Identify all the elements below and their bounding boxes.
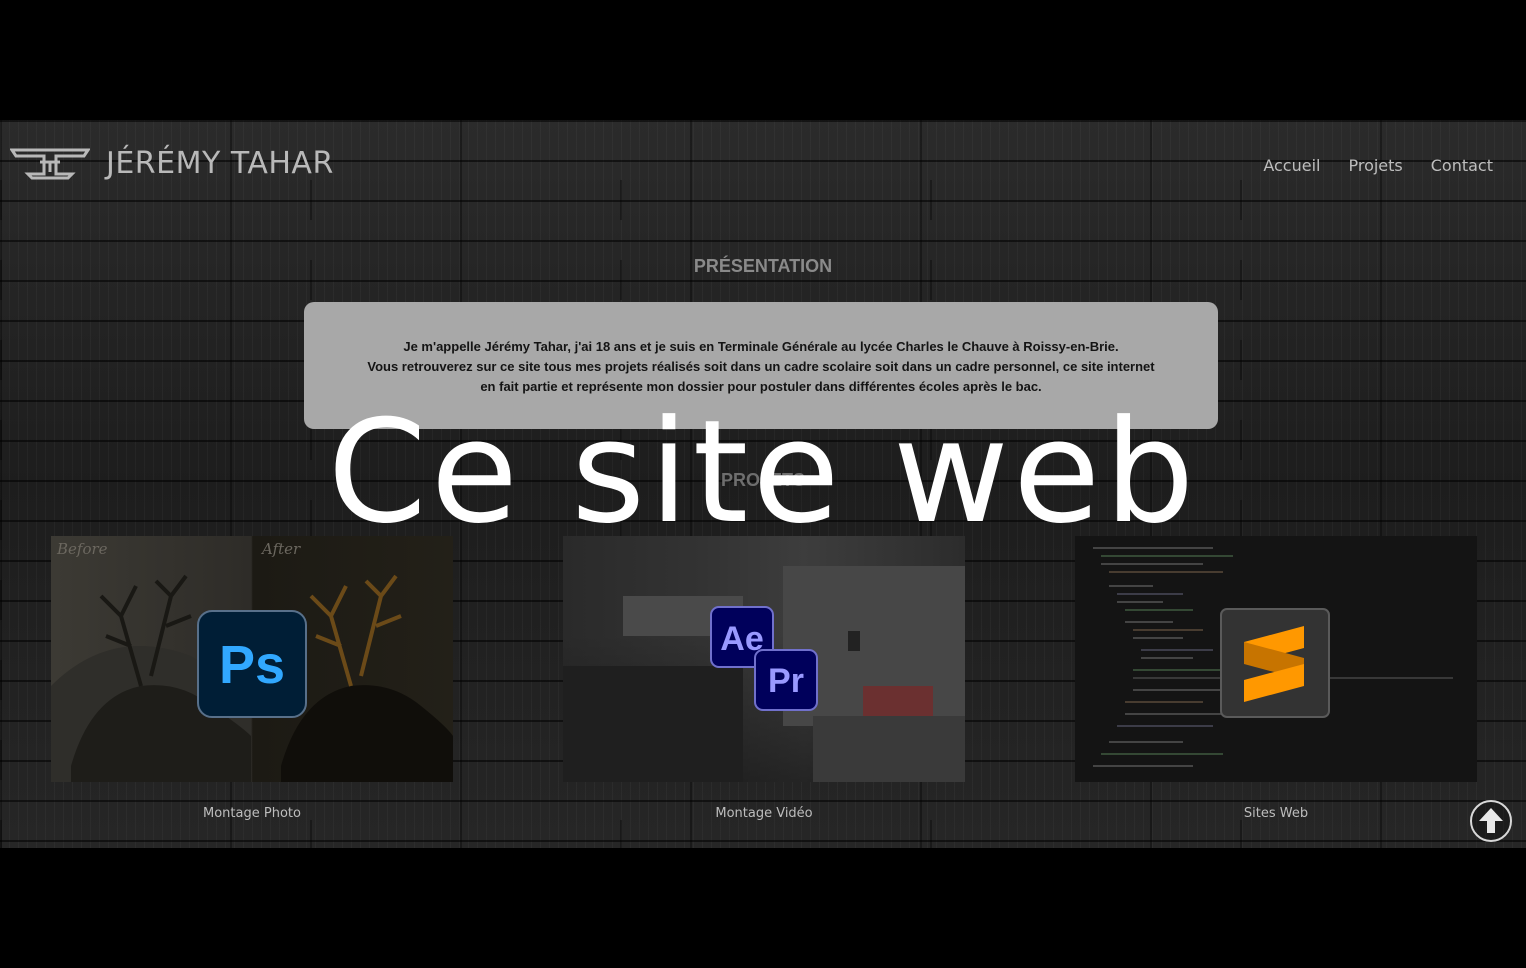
presentation-box: Je m'appelle Jérémy Tahar, j'ai 18 ans e… — [304, 302, 1218, 429]
presentation-title: PRÉSENTATION — [693, 256, 833, 276]
sublime-text-icon — [1220, 608, 1330, 718]
nav-link-projets[interactable]: Projets — [1348, 156, 1402, 175]
photoshop-label: Ps — [219, 635, 285, 695]
presentation-line-2: Vous retrouverez sur ce site tous mes pr… — [367, 359, 1155, 374]
project-card-web[interactable] — [1075, 536, 1477, 782]
arrow-up-icon — [1479, 808, 1503, 833]
presentation-line-3: en fait partie et représente mon dossier… — [480, 379, 1042, 394]
before-label: Before — [57, 540, 108, 558]
jt-monogram-icon[interactable] — [10, 148, 90, 180]
project-card-video[interactable]: Ae Pr — [563, 536, 965, 782]
projects-title: PROJETS — [720, 470, 806, 490]
project-card-photo[interactable]: Before After Ps — [51, 536, 453, 782]
scroll-to-top-button[interactable] — [1470, 800, 1512, 842]
photoshop-icon: Ps — [197, 610, 307, 718]
project-label-photo[interactable]: Montage Photo — [51, 806, 453, 821]
presentation-line-1: Je m'appelle Jérémy Tahar, j'ai 18 ans e… — [403, 339, 1119, 354]
project-label-video[interactable]: Montage Vidéo — [563, 806, 965, 821]
project-label-web[interactable]: Sites Web — [1075, 806, 1477, 821]
after-label: After — [262, 540, 301, 558]
main-nav: Accueil Projets Contact — [1263, 156, 1493, 175]
brand-name[interactable]: JÉRÉMY TAHAR — [106, 146, 334, 181]
premiere-label: Pr — [768, 662, 804, 700]
nav-link-accueil[interactable]: Accueil — [1263, 156, 1320, 175]
after-effects-premiere-icon: Ae Pr — [710, 606, 820, 712]
nav-link-contact[interactable]: Contact — [1431, 156, 1493, 175]
website-screenshot: JÉRÉMY TAHAR Accueil Projets Contact PRÉ… — [0, 120, 1526, 848]
